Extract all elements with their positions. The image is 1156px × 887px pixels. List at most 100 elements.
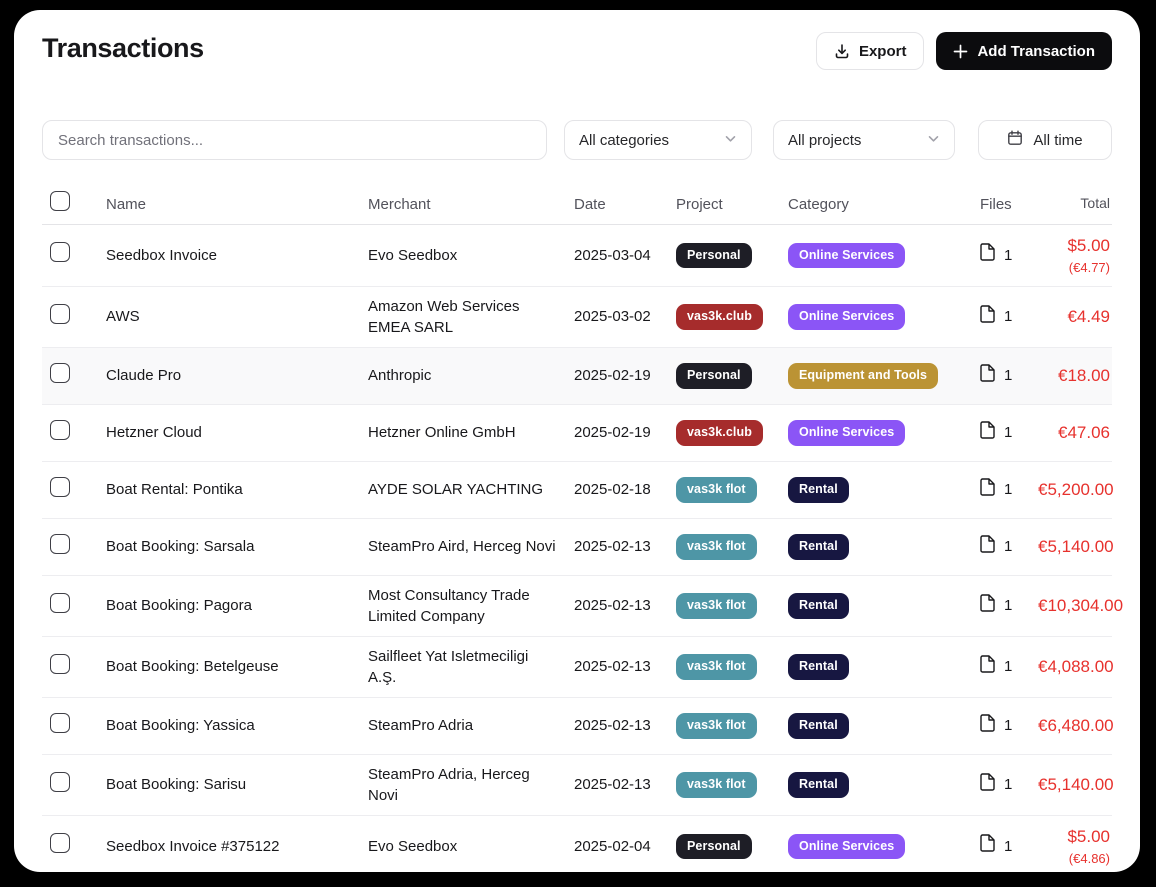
file-icon [980, 243, 995, 267]
table-body: Seedbox InvoiceEvo Seedbox2025-03-04Pers… [42, 225, 1112, 872]
project-cell: Personal [676, 825, 788, 869]
transaction-merchant: Hetzner Online GmbH [368, 413, 574, 452]
transaction-total: $5.00(€4.86) [1038, 816, 1112, 872]
project-cell: vas3k flot [676, 584, 788, 628]
project-badge: vas3k flot [676, 477, 757, 503]
row-checkbox-cell [42, 763, 106, 807]
transaction-name: Boat Booking: Betelgeuse [106, 647, 368, 686]
table-row[interactable]: Boat Booking: SarsalaSteamPro Aird, Herc… [42, 519, 1112, 576]
search-box [42, 120, 547, 160]
header-merchant[interactable]: Merchant [368, 185, 574, 224]
category-badge: Rental [788, 593, 849, 619]
table-row[interactable]: Boat Booking: SarisuSteamPro Adria, Herc… [42, 755, 1112, 816]
category-cell: Online Services [788, 295, 980, 339]
row-checkbox[interactable] [50, 420, 70, 440]
transaction-merchant: AYDE SOLAR YACHTING [368, 470, 574, 509]
row-checkbox[interactable] [50, 534, 70, 554]
table-row[interactable]: Seedbox Invoice #375122Evo Seedbox2025-0… [42, 816, 1112, 872]
table-row[interactable]: Boat Booking: YassicaSteamPro Adria2025-… [42, 698, 1112, 755]
files-cell: 1 [980, 825, 1038, 867]
transaction-date: 2025-03-02 [574, 297, 676, 336]
files-cell: 1 [980, 234, 1038, 276]
transaction-merchant: Anthropic [368, 356, 574, 395]
table-row[interactable]: Seedbox InvoiceEvo Seedbox2025-03-04Pers… [42, 225, 1112, 287]
project-badge: Personal [676, 243, 752, 269]
category-badge: Online Services [788, 420, 905, 446]
category-badge: Rental [788, 654, 849, 680]
project-cell: Personal [676, 234, 788, 278]
project-badge: vas3k flot [676, 713, 757, 739]
file-icon [980, 421, 995, 445]
search-input[interactable] [43, 121, 546, 159]
time-range-value: All time [1033, 132, 1082, 149]
category-cell: Rental [788, 584, 980, 628]
row-checkbox-cell [42, 525, 106, 569]
export-button-label: Export [859, 43, 907, 60]
row-checkbox-cell [42, 233, 106, 277]
total-amount: €5,140.00 [1038, 535, 1114, 559]
calendar-icon [1007, 130, 1023, 150]
table-row[interactable]: Claude ProAnthropic2025-02-19PersonalEqu… [42, 348, 1112, 405]
transactions-panel: Transactions Export Add Transaction [14, 10, 1140, 872]
transaction-name: Seedbox Invoice [106, 236, 368, 275]
category-badge: Rental [788, 534, 849, 560]
transaction-date: 2025-02-13 [574, 586, 676, 625]
file-icon [980, 594, 995, 618]
table-row[interactable]: Boat Booking: BetelgeuseSailfleet Yat Is… [42, 637, 1112, 698]
projects-filter[interactable]: All projects [773, 120, 955, 160]
files-cell: 1 [980, 705, 1038, 747]
download-icon [834, 43, 850, 59]
chevron-down-icon [927, 132, 940, 149]
category-cell: Rental [788, 763, 980, 807]
time-range-filter[interactable]: All time [978, 120, 1112, 160]
files-count: 1 [1004, 836, 1012, 857]
row-checkbox[interactable] [50, 363, 70, 383]
files-count: 1 [1004, 306, 1012, 327]
files-count: 1 [1004, 774, 1012, 795]
header-total[interactable]: Total [1038, 185, 1112, 223]
file-icon [980, 773, 995, 797]
select-all-checkbox[interactable] [50, 191, 70, 211]
files-count: 1 [1004, 422, 1012, 443]
header-project[interactable]: Project [676, 185, 788, 224]
row-checkbox[interactable] [50, 304, 70, 324]
transaction-date: 2025-02-13 [574, 647, 676, 686]
file-icon [980, 714, 995, 738]
header-category[interactable]: Category [788, 185, 980, 224]
category-cell: Rental [788, 525, 980, 569]
row-checkbox[interactable] [50, 593, 70, 613]
files-cell: 1 [980, 355, 1038, 397]
files-cell: 1 [980, 764, 1038, 806]
row-checkbox[interactable] [50, 654, 70, 674]
categories-filter[interactable]: All categories [564, 120, 752, 160]
export-button[interactable]: Export [816, 32, 925, 70]
category-cell: Online Services [788, 411, 980, 455]
files-cell: 1 [980, 585, 1038, 627]
category-badge: Online Services [788, 243, 905, 269]
header-files[interactable]: Files [980, 185, 1038, 224]
row-checkbox[interactable] [50, 772, 70, 792]
transaction-merchant: SteamPro Adria [368, 706, 574, 745]
row-checkbox[interactable] [50, 242, 70, 262]
files-count: 1 [1004, 715, 1012, 736]
header-name[interactable]: Name [106, 185, 368, 224]
transaction-name: Boat Booking: Sarisu [106, 765, 368, 804]
table-row[interactable]: Boat Booking: PagoraMost Consultancy Tra… [42, 576, 1112, 637]
table-row[interactable]: AWSAmazon Web Services EMEA SARL2025-03-… [42, 287, 1112, 348]
row-checkbox[interactable] [50, 713, 70, 733]
transaction-merchant: Most Consultancy Trade Limited Company [368, 576, 574, 636]
plus-icon [953, 44, 968, 59]
category-cell: Rental [788, 704, 980, 748]
files-count: 1 [1004, 595, 1012, 616]
add-transaction-button[interactable]: Add Transaction [936, 32, 1112, 70]
projects-filter-value: All projects [788, 132, 861, 149]
header-date[interactable]: Date [574, 185, 676, 224]
row-checkbox[interactable] [50, 833, 70, 853]
file-icon [980, 834, 995, 858]
transaction-merchant: SteamPro Aird, Herceg Novi [368, 527, 574, 566]
transaction-merchant: Evo Seedbox [368, 236, 574, 275]
table-row[interactable]: Boat Rental: PontikaAYDE SOLAR YACHTING2… [42, 462, 1112, 519]
add-transaction-label: Add Transaction [977, 43, 1095, 60]
row-checkbox[interactable] [50, 477, 70, 497]
table-row[interactable]: Hetzner CloudHetzner Online GmbH2025-02-… [42, 405, 1112, 462]
